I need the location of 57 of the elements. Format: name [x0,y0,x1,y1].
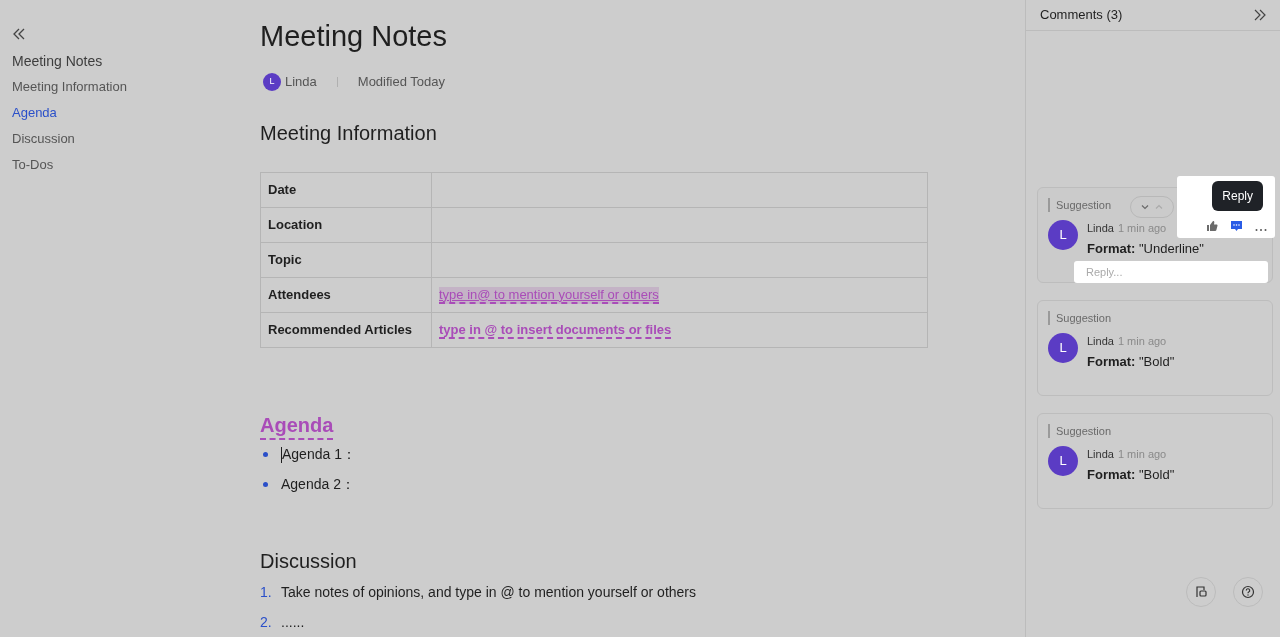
comment-text: Format: "Bold" [1087,352,1175,371]
author-name: Linda [285,73,317,91]
avatar: L [263,72,281,91]
outline-item[interactable]: Meeting Information [12,74,127,100]
table-cell: Location [260,207,432,242]
comment-card[interactable]: Suggestion L Linda 1 min ago Format: "Bold" [1037,300,1273,396]
bullet-icon [263,482,268,487]
mention-prompt[interactable]: type in@ to mention yourself or others [439,286,659,304]
comments-title: Comments (3) [1040,6,1123,25]
outline-item[interactable]: Discussion [12,126,75,152]
outline-item[interactable]: To-Dos [12,152,54,178]
list-item: Take notes of opinions, and type in @ to mention yourself or others [281,583,696,602]
section-heading: Agenda [260,411,334,440]
thumbs-up-icon[interactable] [1206,220,1218,232]
section-heading: Meeting Information [260,120,437,146]
list-item: Agenda 2： [281,475,355,494]
list-number: 2. [260,613,273,632]
comment-author: Linda [1087,447,1114,462]
table-cell: Date [260,172,432,207]
collapse-icon[interactable] [12,28,26,40]
suggestion-label: Suggestion [1048,311,1112,325]
list-item: Agenda 1： [282,445,356,464]
tooltip: Reply [1212,181,1263,211]
table-cell: Recommended Articles [260,312,432,347]
list-item: ...... [281,613,305,632]
outline-item[interactable]: Agenda [12,100,57,126]
avatar: L [1048,446,1078,476]
section-heading: Discussion [260,548,357,574]
reply-field[interactable]: Reply... [1074,261,1268,283]
avatar: L [1048,333,1078,363]
comment-card[interactable]: Suggestion L Linda 1 min ago Format: "Bold" [1037,413,1273,509]
list-number: 1. [260,583,273,602]
comment-text: Format: "Underline" [1087,239,1204,258]
modified-date: Modified Today [357,73,446,91]
comment-text: Format: "Bold" [1087,465,1175,484]
mention-prompt[interactable]: type in @ to insert documents or files [439,321,672,339]
bullet-icon [263,452,268,457]
comment-time: 1 min ago [1117,447,1167,462]
avatar: L [1048,220,1078,250]
table-cell: Topic [260,242,432,277]
chevron-down-icon [1140,202,1150,212]
document-title: Meeting Notes [260,19,448,54]
suggestion-label: Suggestion [1048,424,1112,438]
more-icon[interactable] [1255,228,1267,232]
help-icon [1241,585,1255,599]
comment-icon[interactable] [1230,220,1243,232]
suggestion-label: Suggestion [1048,198,1112,212]
table-cell: Attendees [260,277,432,312]
comment-author: Linda [1087,221,1114,236]
expand-icon[interactable] [1254,9,1266,21]
document-icon [1194,585,1208,599]
comment-time: 1 min ago [1117,334,1167,349]
chevron-up-icon [1154,202,1164,212]
text-cursor [281,446,282,463]
comment-author: Linda [1087,334,1114,349]
comment-time: 1 min ago [1117,221,1167,236]
outline-item[interactable]: Meeting Notes [12,48,103,74]
